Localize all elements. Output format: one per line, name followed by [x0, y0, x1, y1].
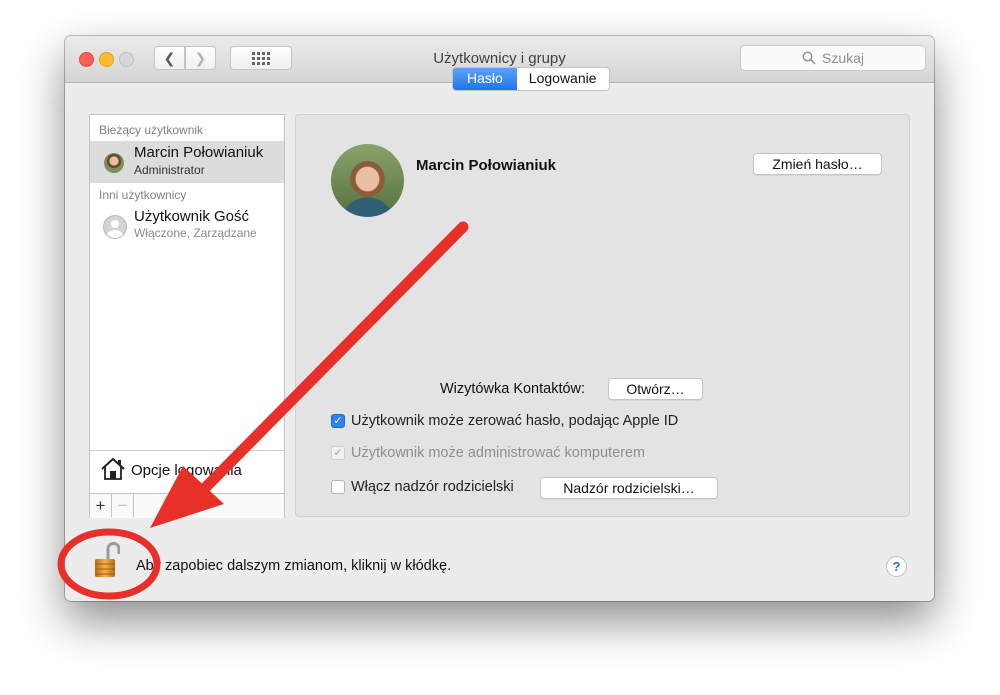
- checkbox-unchecked[interactable]: [331, 480, 345, 494]
- tab-bar: Hasło Logowanie: [452, 67, 610, 91]
- reset-password-apple-id-option[interactable]: ✓ Użytkownik może zerować hasło, podając…: [331, 413, 678, 429]
- tab-password[interactable]: Hasło: [453, 68, 517, 90]
- contact-card-label: Wizytówka Kontaktów:: [440, 381, 586, 397]
- panel-content: Marcin Połowianiuk Zmień hasło… Wizytówk…: [65, 36, 934, 601]
- lock-message: Aby zapobiec dalszym zmianom, kliknij w …: [136, 558, 452, 574]
- help-button[interactable]: ?: [886, 556, 907, 577]
- tab-login-items[interactable]: Logowanie: [517, 68, 609, 90]
- admin-option: ✓ Użytkownik może administrować komputer…: [331, 445, 645, 461]
- checkbox-checked[interactable]: ✓: [331, 414, 345, 428]
- user-photo[interactable]: [331, 144, 404, 217]
- parental-controls-option[interactable]: Włącz nadzór rodzicielski: [331, 479, 514, 495]
- open-contact-card-button[interactable]: Otwórz…: [608, 378, 703, 400]
- checkbox-checked-disabled: ✓: [331, 446, 345, 460]
- parental-controls-button[interactable]: Nadzór rodzicielski…: [540, 477, 718, 499]
- checkbox-label: Użytkownik może administrować komputerem: [351, 445, 646, 461]
- page-title: Marcin Połowianiuk: [416, 157, 557, 174]
- checkbox-label: Użytkownik może zerować hasło, podając A…: [351, 413, 679, 429]
- checkbox-label: Włącz nadzór rodzicielski: [351, 479, 514, 495]
- change-password-button[interactable]: Zmień hasło…: [753, 153, 882, 175]
- lock-open-icon[interactable]: [94, 541, 120, 578]
